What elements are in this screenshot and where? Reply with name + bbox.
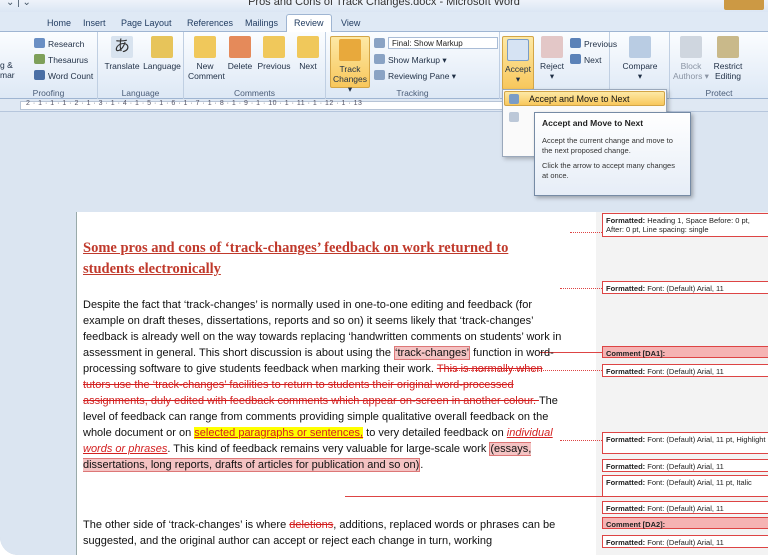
accept-change-icon (509, 112, 519, 122)
balloon-comment[interactable]: Comment [DA2]: (602, 517, 768, 529)
accept-next-icon (509, 94, 519, 104)
research-button[interactable]: Research (34, 38, 84, 49)
track-changes-icon (339, 39, 361, 61)
word-count-icon (34, 70, 45, 80)
balloon-formatted[interactable]: Formatted: Font: (Default) Arial, 11 pt,… (602, 475, 768, 497)
language-icon (151, 36, 173, 58)
tooltip-body-2: Click the arrow to accept many changes a… (542, 161, 675, 180)
menu-item-accept-and-move-to-next[interactable]: Accept and Move to Next (504, 91, 665, 106)
delete-comment-button[interactable]: Delete (224, 36, 256, 71)
group-label-tracking: Tracking (396, 88, 429, 98)
restrict-editing-icon (717, 36, 739, 58)
balloon-formatted[interactable]: Formatted: Font: (Default) Arial, 11 (602, 501, 768, 514)
group-protect: Block Authors ▾ Restrict Editing Protect (670, 32, 768, 99)
accept-button[interactable]: Accept ▾ (502, 36, 534, 90)
tab-insert[interactable]: Insert (76, 15, 113, 32)
tooltip-body: Accept the current change and move to th… (542, 136, 673, 155)
thesaurus-icon (34, 54, 45, 64)
research-icon (34, 38, 45, 48)
group-label-language: Language (121, 88, 160, 98)
group-tracking: Track Changes ▾ Final: Show Markup Show M… (326, 32, 500, 99)
show-markup-button[interactable]: Show Markup ▾ (374, 54, 447, 66)
balloon-formatted[interactable]: Formatted: Font: (Default) Arial, 11 (602, 364, 768, 377)
display-review-icon (374, 38, 385, 48)
previous-comment-icon (263, 36, 285, 58)
new-comment-button[interactable]: New Comment (188, 36, 225, 81)
reviewing-pane-button[interactable]: Reviewing Pane ▾ (374, 70, 456, 82)
next-comment-button[interactable]: Next (294, 36, 322, 71)
tooltip: Accept and Move to Next Accept the curre… (534, 112, 691, 196)
reject-button[interactable]: Reject ▾ (536, 36, 568, 81)
group-language: あ Translate Language Language (98, 32, 184, 99)
display-for-review-dropdown[interactable]: Final: Show Markup (388, 37, 498, 49)
translate-icon: あ (111, 36, 133, 58)
previous-comment-button[interactable]: Previous (256, 36, 292, 71)
block-authors-icon (680, 36, 702, 58)
balloon-formatted[interactable]: Formatted: Font: (Default) Arial, 11 (602, 535, 768, 548)
document-heading[interactable]: Some pros and cons of ‘track-changes’ fe… (83, 238, 563, 280)
tab-page-layout[interactable]: Page Layout (114, 15, 179, 32)
reject-icon (541, 36, 563, 58)
window-controls[interactable] (724, 0, 764, 10)
compare-icon (629, 36, 651, 58)
thesaurus-button[interactable]: Thesaurus (34, 54, 88, 65)
paragraph-2[interactable]: The other side of ‘track-changes’ is whe… (83, 517, 573, 555)
comment-anchor-1[interactable]: ‘track-changes’ (394, 346, 471, 360)
balloon-connector (560, 288, 602, 289)
ruler-numbers: 2 · 1 · 1 · 1 · 2 · 1 · 3 · 1 · 4 · 1 · … (26, 100, 363, 107)
paragraph-1[interactable]: Despite the fact that ‘track-changes’ is… (83, 297, 573, 497)
group-label-proofing: Proofing (32, 88, 65, 98)
tab-view[interactable]: View (334, 15, 367, 32)
balloon-formatted[interactable]: Formatted: Font: (Default) Arial, 11 (602, 281, 768, 294)
balloon-formatted[interactable]: Formatted: Font: (Default) Arial, 11 pt,… (602, 432, 768, 454)
window-title: Pros and Cons of Track Changes.docx - Mi… (248, 0, 520, 8)
reviewing-pane-icon (374, 70, 385, 80)
next-change-icon (570, 54, 581, 64)
spelling-label-bottom[interactable]: mar (0, 70, 15, 80)
group-label-comments: Comments (233, 88, 276, 98)
restrict-editing-button[interactable]: Restrict Editing (710, 36, 746, 81)
word-count-button[interactable]: Word Count (34, 70, 93, 81)
next-comment-icon (297, 36, 319, 58)
highlighted-text[interactable]: selected paragraphs or sentences, (194, 427, 364, 439)
compare-button[interactable]: Compare ▾ (620, 36, 660, 81)
tab-references[interactable]: References (180, 15, 240, 32)
tab-review[interactable]: Review (286, 14, 332, 33)
tooltip-title: Accept and Move to Next (542, 118, 644, 128)
balloon-formatted[interactable]: Formatted: Font: (Default) Arial, 11 (602, 459, 768, 472)
delete-comment-icon (229, 36, 251, 58)
track-changes-button[interactable]: Track Changes ▾ (330, 36, 370, 94)
block-authors-button[interactable]: Block Authors ▾ (672, 36, 710, 81)
group-proofing: g & mar Research Thesaurus Word Count Pr… (0, 32, 98, 99)
balloon-formatted[interactable]: Formatted: Heading 1, Space Before: 0 pt… (602, 213, 768, 237)
balloon-comment[interactable]: Comment [DA1]: (602, 346, 768, 358)
next-change-button[interactable]: Next (570, 54, 601, 65)
title-bar: ⌄ | ⌄ Pros and Cons of Track Changes.doc… (0, 0, 768, 12)
group-label-protect: Protect (705, 88, 733, 98)
new-comment-icon (194, 36, 216, 58)
accept-icon (507, 39, 529, 61)
spelling-label-top[interactable]: g & (0, 60, 13, 70)
group-comments: New Comment Delete Previous Next Comments (184, 32, 326, 99)
show-markup-icon (374, 54, 385, 64)
display-for-review-label (374, 38, 388, 49)
tab-mailings[interactable]: Mailings (238, 15, 285, 32)
previous-change-icon (570, 38, 581, 48)
tab-home[interactable]: Home (40, 15, 78, 32)
deleted-word[interactable]: deletions (289, 519, 333, 531)
balloon-connector (570, 232, 602, 233)
ribbon-tabs: Home Insert Page Layout References Maili… (0, 12, 768, 33)
language-button[interactable]: Language (142, 36, 182, 71)
translate-button[interactable]: あ Translate (102, 36, 142, 71)
word-window: ⌄ | ⌄ Pros and Cons of Track Changes.doc… (0, 0, 768, 555)
